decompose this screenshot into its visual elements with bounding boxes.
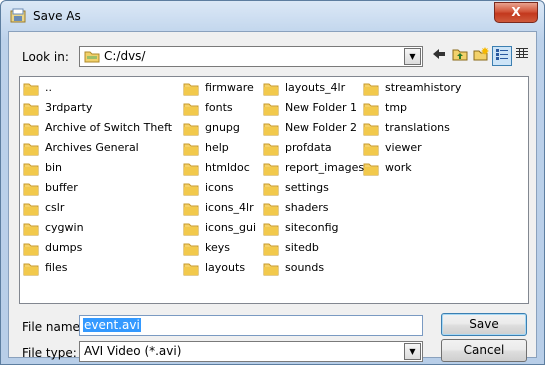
list-item-label: .. bbox=[45, 81, 52, 94]
folder-icon bbox=[363, 81, 379, 100]
list-item-label: tmp bbox=[385, 101, 408, 114]
list-item-label: files bbox=[45, 261, 68, 274]
up-folder-icon[interactable] bbox=[450, 46, 470, 66]
list-item-label: report_images bbox=[285, 161, 365, 174]
dialog-body: Look in: C:/dvs/ ▼ .. 3rdparty Archive of … bbox=[8, 31, 537, 362]
folder-icon bbox=[23, 201, 39, 220]
list-item-label: cslr bbox=[45, 201, 65, 214]
list-item-label: help bbox=[205, 141, 229, 154]
folder-icon bbox=[363, 101, 379, 120]
list-view-icon[interactable] bbox=[492, 46, 512, 66]
list-item-label: viewer bbox=[385, 141, 422, 154]
folder-icon bbox=[183, 241, 199, 260]
folder-icon bbox=[263, 201, 279, 220]
list-item-label: fonts bbox=[205, 101, 233, 114]
close-button[interactable]: X bbox=[494, 2, 538, 23]
new-folder-icon[interactable] bbox=[471, 46, 491, 66]
details-view-icon[interactable] bbox=[512, 46, 532, 66]
save-as-dialog: Save As X Look in: C:/dvs/ ▼ .. 3rdparty… bbox=[0, 0, 545, 365]
list-item-label: translations bbox=[385, 121, 450, 134]
list-item-label: New Folder 2 bbox=[285, 121, 357, 134]
list-item-label: buffer bbox=[45, 181, 78, 194]
title-bar[interactable]: Save As X bbox=[1, 1, 544, 31]
folder-drive-icon bbox=[84, 51, 100, 63]
list-item-label: profdata bbox=[285, 141, 332, 154]
file-list[interactable]: .. 3rdparty Archive of Switch Theft Archive… bbox=[19, 76, 529, 304]
folder-icon bbox=[183, 121, 199, 140]
folder-icon bbox=[263, 141, 279, 160]
list-item-label: shaders bbox=[285, 201, 329, 214]
folder-icon bbox=[263, 81, 279, 100]
folder-icon bbox=[183, 161, 199, 180]
folder-icon bbox=[183, 201, 199, 220]
folder-icon bbox=[23, 141, 39, 160]
folder-icon bbox=[183, 221, 199, 240]
list-item-label: sitedb bbox=[285, 241, 319, 254]
list-item-label: gnupg bbox=[205, 121, 240, 134]
folder-icon bbox=[363, 161, 379, 180]
look-in-label: Look in: bbox=[22, 50, 69, 64]
folder-icon bbox=[23, 261, 39, 280]
list-item-label: Archive of Switch Theft bbox=[45, 121, 173, 134]
list-item-label: layouts bbox=[205, 261, 246, 274]
list-item-label: keys bbox=[205, 241, 230, 254]
file-type-value: AVI Video (*.avi) bbox=[84, 344, 182, 358]
file-type-label: File type: bbox=[22, 346, 77, 360]
folder-icon bbox=[23, 181, 39, 200]
folder-icon bbox=[183, 101, 199, 120]
folder-icon bbox=[263, 161, 279, 180]
window-title: Save As bbox=[33, 9, 81, 23]
file-type-combo[interactable]: AVI Video (*.avi) ▼ bbox=[79, 341, 423, 362]
folder-icon bbox=[263, 241, 279, 260]
list-item-label: settings bbox=[285, 181, 329, 194]
folder-icon bbox=[363, 121, 379, 140]
folder-icon bbox=[23, 121, 39, 140]
list-item-label: New Folder 1 bbox=[285, 101, 357, 114]
folder-icon bbox=[23, 241, 39, 260]
file-name-value: event.avi bbox=[83, 318, 141, 332]
list-item-label: bin bbox=[45, 161, 63, 174]
file-type-dropdown-button[interactable]: ▼ bbox=[404, 343, 421, 360]
save-button[interactable]: Save bbox=[441, 313, 527, 336]
list-item-label: work bbox=[385, 161, 412, 174]
look-in-combo[interactable]: C:/dvs/ ▼ bbox=[79, 46, 423, 67]
list-item-label: streamhistory bbox=[385, 81, 462, 94]
list-item-label: dumps bbox=[45, 241, 83, 254]
cancel-button[interactable]: Cancel bbox=[441, 339, 527, 362]
list-item-label: htmldoc bbox=[205, 161, 250, 174]
folder-icon bbox=[183, 261, 199, 280]
folder-icon bbox=[23, 81, 39, 100]
file-name-input[interactable]: event.avi bbox=[79, 315, 423, 336]
folder-icon bbox=[263, 101, 279, 120]
list-item-label: icons_4lr bbox=[205, 201, 254, 214]
list-item-label: Archives General bbox=[45, 141, 139, 154]
back-arrow-icon[interactable] bbox=[429, 46, 449, 66]
list-item-label: sounds bbox=[285, 261, 325, 274]
folder-icon bbox=[23, 161, 39, 180]
list-item-label: siteconfig bbox=[285, 221, 339, 234]
save-as-app-icon bbox=[10, 8, 26, 23]
folder-icon bbox=[23, 101, 39, 120]
list-item-label: icons bbox=[205, 181, 234, 194]
look-in-value: C:/dvs/ bbox=[104, 49, 146, 63]
folder-icon bbox=[363, 141, 379, 160]
look-in-dropdown-button[interactable]: ▼ bbox=[404, 48, 421, 65]
folder-icon bbox=[263, 261, 279, 280]
folder-icon bbox=[263, 221, 279, 240]
folder-icon bbox=[183, 181, 199, 200]
list-item-label: icons_gui bbox=[205, 221, 257, 234]
file-name-label: File name: bbox=[22, 320, 84, 334]
folder-icon bbox=[183, 81, 199, 100]
list-item-label: layouts_4lr bbox=[285, 81, 346, 94]
list-item-label: cygwin bbox=[45, 221, 84, 234]
folder-icon bbox=[263, 121, 279, 140]
list-item-label: 3rdparty bbox=[45, 101, 93, 114]
list-item-label: firmware bbox=[205, 81, 254, 94]
folder-icon bbox=[183, 141, 199, 160]
folder-icon bbox=[263, 181, 279, 200]
folder-icon bbox=[23, 221, 39, 240]
